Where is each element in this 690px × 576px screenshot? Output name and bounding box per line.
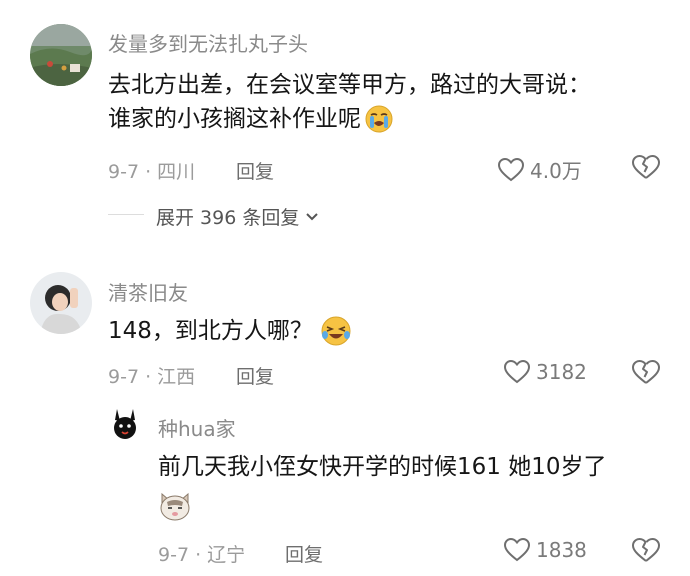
reply-button[interactable]: 回复	[236, 362, 274, 389]
reply-text: 前几天我小侄女快开学的时候161 她10岁了	[158, 454, 607, 480]
like-count: 4.0万	[530, 159, 582, 183]
broken-heart-icon[interactable]	[632, 155, 660, 180]
like-count: 1838	[536, 538, 587, 562]
avatar[interactable]	[30, 24, 92, 86]
comment-text: 148，到北方人哪？	[108, 314, 351, 348]
comment-text-segment: 谁家的小孩搁这补作业呢	[108, 106, 361, 132]
like-count: 3182	[536, 360, 587, 384]
chevron-down-icon	[305, 212, 319, 222]
comment-text-segment: 148，到北方人哪？	[108, 318, 313, 344]
reply-button[interactable]: 回复	[236, 157, 274, 184]
heart-outline-icon	[504, 360, 530, 384]
crying-face-emoji	[365, 105, 393, 133]
avatar[interactable]	[30, 272, 92, 334]
tearful-laugh-emoji	[321, 316, 351, 346]
comment-text: 去北方出差，在会议室等甲方，路过的大哥说： 谁家的小孩搁这补作业呢	[108, 68, 591, 136]
comment-meta: 9-7 · 江西	[108, 366, 196, 388]
reply-button[interactable]: 回复	[285, 540, 323, 567]
comment-username[interactable]: 清茶旧友	[108, 277, 188, 306]
like-button[interactable]: 4.0万	[498, 155, 582, 184]
expand-replies-button[interactable]: 展开 396 条回复	[156, 203, 319, 230]
cat-face-emoji	[158, 490, 192, 522]
comment-meta: 9-7 · 四川	[108, 161, 196, 183]
comment-text-line: 去北方出差，在会议室等甲方，路过的大哥说：	[108, 72, 591, 98]
heart-outline-icon	[498, 157, 524, 182]
reply-meta: 9-7 · 辽宁	[158, 544, 246, 566]
reply-username[interactable]: 种hua家	[158, 413, 236, 442]
comment-username[interactable]: 发量多到无法扎丸子头	[108, 28, 308, 57]
broken-heart-icon[interactable]	[632, 360, 660, 385]
broken-heart-icon[interactable]	[632, 538, 660, 563]
avatar[interactable]	[106, 405, 144, 443]
heart-outline-icon	[504, 538, 530, 562]
expand-replies-label: 展开 396 条回复	[156, 207, 300, 229]
divider	[108, 214, 144, 215]
like-button[interactable]: 1838	[504, 538, 587, 562]
like-button[interactable]: 3182	[504, 360, 587, 384]
comment-text-line: 谁家的小孩搁这补作业呢	[108, 102, 591, 136]
